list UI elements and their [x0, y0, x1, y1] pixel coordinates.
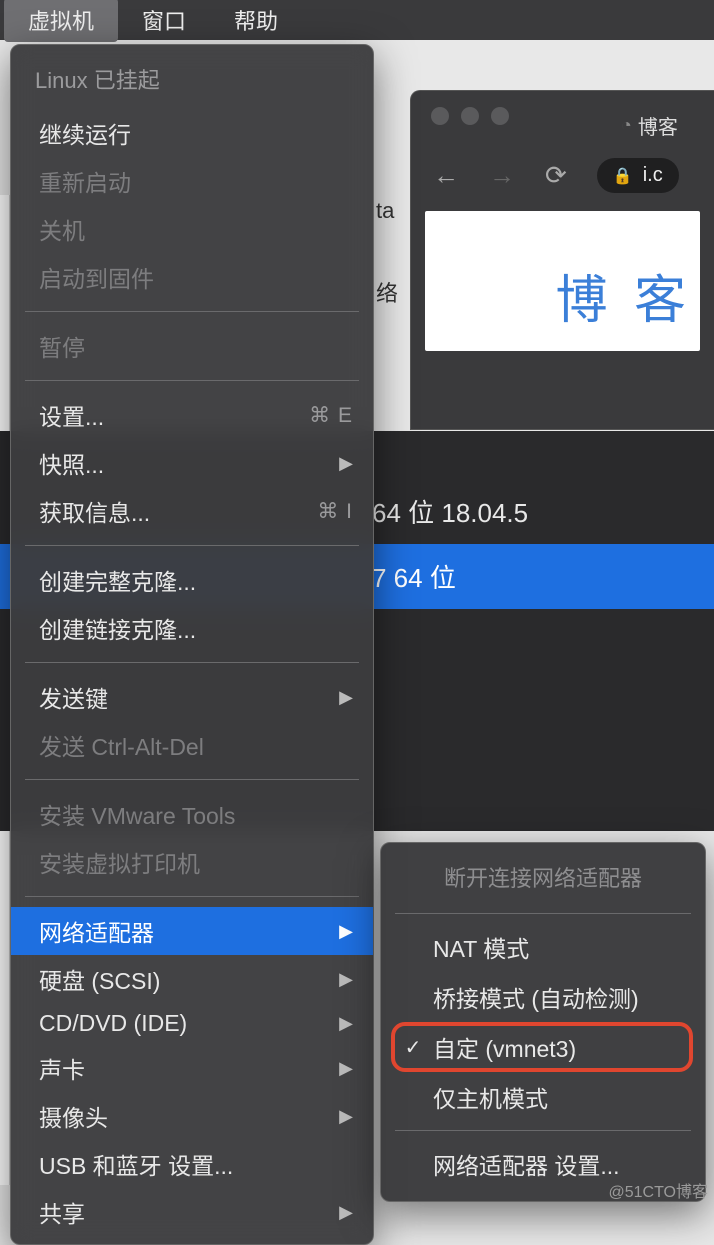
- menu-separator: [25, 311, 359, 312]
- watermark: @51CTO博客: [608, 1178, 708, 1202]
- menu-label: 发送键: [39, 680, 108, 714]
- menubar-item-help[interactable]: 帮助: [210, 0, 302, 42]
- traffic-max[interactable]: [491, 107, 509, 125]
- menu-full-clone[interactable]: 创建完整克隆...: [11, 556, 373, 604]
- clipped-text: 络: [376, 276, 398, 308]
- menu-label: 创建完整克隆...: [39, 563, 196, 597]
- address-bar[interactable]: 🔒 i.c: [597, 158, 679, 193]
- menu-boot-firmware: 启动到固件: [11, 253, 373, 301]
- menu-label: CD/DVD (IDE): [39, 1010, 187, 1037]
- chevron-right-icon: ▶: [339, 969, 353, 990]
- browser-navbar: ← → ⟳ 🔒 i.c: [411, 140, 714, 211]
- menu-usb-bt[interactable]: USB 和蓝牙 设置...: [11, 1140, 373, 1188]
- menu-label: 暂停: [39, 329, 85, 363]
- menu-resume[interactable]: 继续运行: [11, 109, 373, 157]
- submenu-label: 网络适配器 设置...: [433, 1147, 687, 1181]
- submenu-header: 断开连接网络适配器: [381, 853, 705, 905]
- menu-send-key[interactable]: 发送键 ▶: [11, 673, 373, 721]
- menu-restart: 重新启动: [11, 157, 373, 205]
- menu-label: 重新启动: [39, 164, 131, 198]
- menu-camera[interactable]: 摄像头 ▶: [11, 1092, 373, 1140]
- menu-label: 继续运行: [39, 116, 131, 150]
- menu-shortcut: ⌘ I: [317, 499, 353, 524]
- menu-shutdown: 关机: [11, 205, 373, 253]
- browser-window: ◔ 博客 ← → ⟳ 🔒 i.c 博 客: [410, 90, 714, 430]
- page-logo: 博 客: [556, 258, 692, 333]
- nav-reload-icon[interactable]: ⟳: [545, 160, 567, 191]
- menubar: 虚拟机 窗口 帮助: [0, 0, 714, 40]
- submenu-label: NAT 模式: [433, 930, 687, 964]
- menu-label: 硬盘 (SCSI): [39, 962, 160, 996]
- checkmark-icon: ✓: [403, 1035, 423, 1060]
- menu-label: USB 和蓝牙 设置...: [39, 1147, 233, 1181]
- browser-tab-title[interactable]: 博客: [638, 111, 678, 140]
- lock-icon: 🔒: [613, 166, 633, 186]
- menu-header: Linux 已挂起: [11, 53, 373, 109]
- menu-label: 设置...: [39, 398, 104, 432]
- submenu-bridged[interactable]: 桥接模式 (自动检测): [381, 972, 705, 1022]
- menu-sound[interactable]: 声卡 ▶: [11, 1044, 373, 1092]
- menubar-item-window[interactable]: 窗口: [118, 0, 210, 42]
- menu-label: 关机: [39, 212, 85, 246]
- menu-send-cad: 发送 Ctrl-Alt-Del: [11, 721, 373, 769]
- menu-hard-disk[interactable]: 硬盘 (SCSI) ▶: [11, 955, 373, 1003]
- submenu-label: 自定 (vmnet3): [433, 1030, 687, 1064]
- menu-label: 启动到固件: [39, 260, 154, 294]
- traffic-min[interactable]: [461, 107, 479, 125]
- menu-label: 安装 VMware Tools: [39, 797, 235, 831]
- menu-settings[interactable]: 设置... ⌘ E: [11, 391, 373, 439]
- menu-label: 快照...: [39, 446, 104, 480]
- chevron-right-icon: ▶: [339, 921, 353, 942]
- menu-separator: [395, 913, 691, 914]
- menu-label: 创建链接克隆...: [39, 611, 196, 645]
- menu-label: 发送 Ctrl-Alt-Del: [39, 728, 204, 762]
- menu-separator: [25, 896, 359, 897]
- menu-linked-clone[interactable]: 创建链接克隆...: [11, 604, 373, 652]
- menu-label: 声卡: [39, 1051, 85, 1085]
- chevron-right-icon: ▶: [339, 1013, 353, 1034]
- menu-pause: 暂停: [11, 322, 373, 370]
- submenu-custom[interactable]: ✓ 自定 (vmnet3): [381, 1022, 705, 1072]
- menu-label: 网络适配器: [39, 914, 154, 948]
- clipped-text: ta: [376, 198, 394, 224]
- chevron-right-icon: ▶: [339, 1202, 353, 1223]
- menu-shortcut: ⌘ E: [309, 403, 353, 428]
- network-submenu: 断开连接网络适配器 NAT 模式 桥接模式 (自动检测) ✓ 自定 (vmnet…: [380, 842, 706, 1202]
- menu-separator: [25, 662, 359, 663]
- nav-back-icon[interactable]: ←: [433, 160, 459, 191]
- menu-install-printer: 安装虚拟打印机: [11, 838, 373, 886]
- menu-separator: [25, 779, 359, 780]
- tab-favicon: ◔: [621, 115, 632, 136]
- menu-cd-dvd[interactable]: CD/DVD (IDE) ▶: [11, 1003, 373, 1044]
- menu-label: 共享: [39, 1195, 85, 1229]
- menu-separator: [25, 380, 359, 381]
- menu-label: 摄像头: [39, 1099, 108, 1133]
- nav-forward-icon[interactable]: →: [489, 160, 515, 191]
- chevron-right-icon: ▶: [339, 687, 353, 708]
- browser-tabbar: ◔ 博客: [411, 111, 714, 140]
- menu-separator: [25, 545, 359, 546]
- menu-network-adapter[interactable]: 网络适配器 ▶: [11, 907, 373, 955]
- traffic-close[interactable]: [431, 107, 449, 125]
- chevron-right-icon: ▶: [339, 453, 353, 474]
- menu-label: 安装虚拟打印机: [39, 845, 200, 879]
- submenu-label: 仅主机模式: [433, 1080, 687, 1114]
- address-text: i.c: [643, 164, 663, 187]
- browser-content: 博 客: [425, 211, 700, 351]
- menu-get-info[interactable]: 获取信息... ⌘ I: [11, 487, 373, 535]
- submenu-hostonly[interactable]: 仅主机模式: [381, 1072, 705, 1122]
- chevron-right-icon: ▶: [339, 1058, 353, 1079]
- vm-menu: Linux 已挂起 继续运行 重新启动 关机 启动到固件 暂停 设置... ⌘ …: [10, 44, 374, 1245]
- menu-separator: [395, 1130, 691, 1131]
- submenu-label: 桥接模式 (自动检测): [433, 980, 687, 1014]
- menubar-item-vm[interactable]: 虚拟机: [4, 0, 118, 42]
- chevron-right-icon: ▶: [339, 1106, 353, 1127]
- menu-sharing[interactable]: 共享 ▶: [11, 1188, 373, 1236]
- menu-label: 获取信息...: [39, 494, 150, 528]
- submenu-nat[interactable]: NAT 模式: [381, 922, 705, 972]
- menu-install-tools: 安装 VMware Tools: [11, 790, 373, 838]
- menu-snapshot[interactable]: 快照... ▶: [11, 439, 373, 487]
